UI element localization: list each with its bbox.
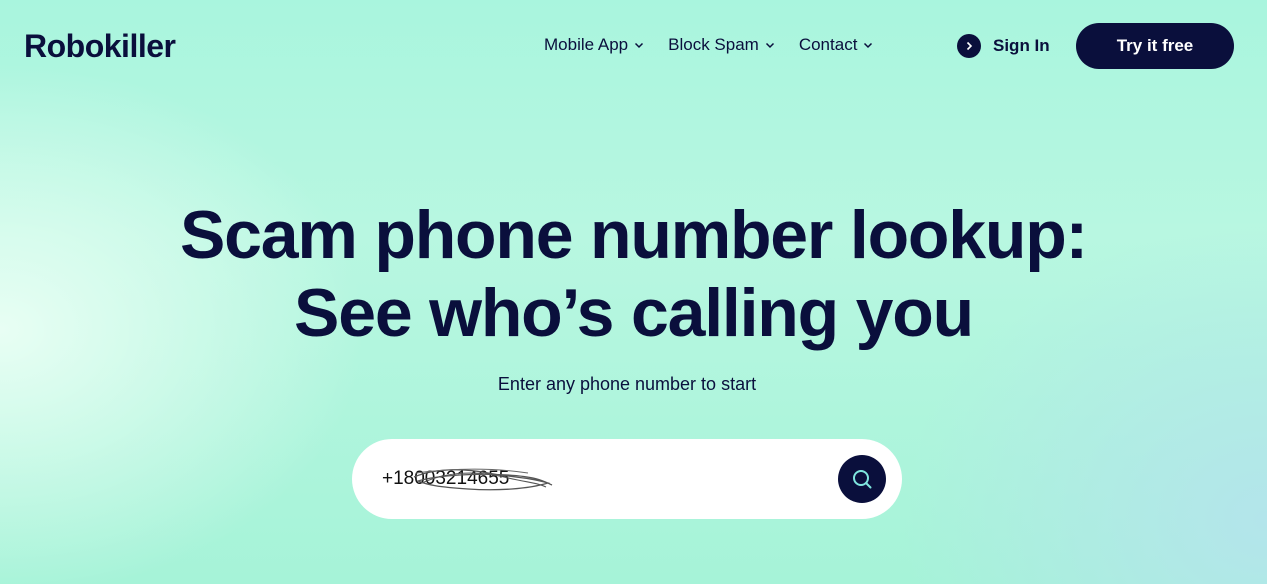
sign-in-label: Sign In bbox=[993, 36, 1050, 55]
main-nav: Mobile App Block Spam Contact bbox=[544, 35, 873, 55]
nav-item-mobile-app[interactable]: Mobile App bbox=[544, 35, 644, 55]
sign-in-link[interactable]: Sign In bbox=[957, 34, 1050, 58]
page-title-line-2: See who’s calling you bbox=[294, 275, 974, 351]
chevron-down-icon bbox=[864, 42, 873, 49]
nav-item-label: Block Spam bbox=[668, 35, 759, 54]
chevron-right-icon bbox=[957, 34, 981, 58]
phone-number-input[interactable] bbox=[382, 465, 822, 493]
search-icon bbox=[853, 470, 872, 489]
page-title: Scam phone number lookup: See who’s call… bbox=[0, 196, 1267, 352]
nav-item-block-spam[interactable]: Block Spam bbox=[668, 35, 775, 55]
chevron-down-icon bbox=[635, 42, 644, 49]
nav-item-contact[interactable]: Contact bbox=[799, 35, 874, 55]
search-button[interactable] bbox=[838, 455, 886, 503]
logo[interactable]: Robokiller bbox=[24, 28, 176, 65]
page-title-line-1: Scam phone number lookup: bbox=[180, 197, 1088, 273]
page-subtitle: Enter any phone number to start bbox=[497, 374, 757, 394]
nav-item-label: Mobile App bbox=[544, 35, 629, 54]
nav-item-label: Contact bbox=[798, 35, 858, 54]
chevron-down-icon bbox=[765, 42, 774, 49]
phone-search-box bbox=[352, 439, 902, 519]
try-it-free-button[interactable]: Try it free bbox=[1076, 23, 1234, 69]
